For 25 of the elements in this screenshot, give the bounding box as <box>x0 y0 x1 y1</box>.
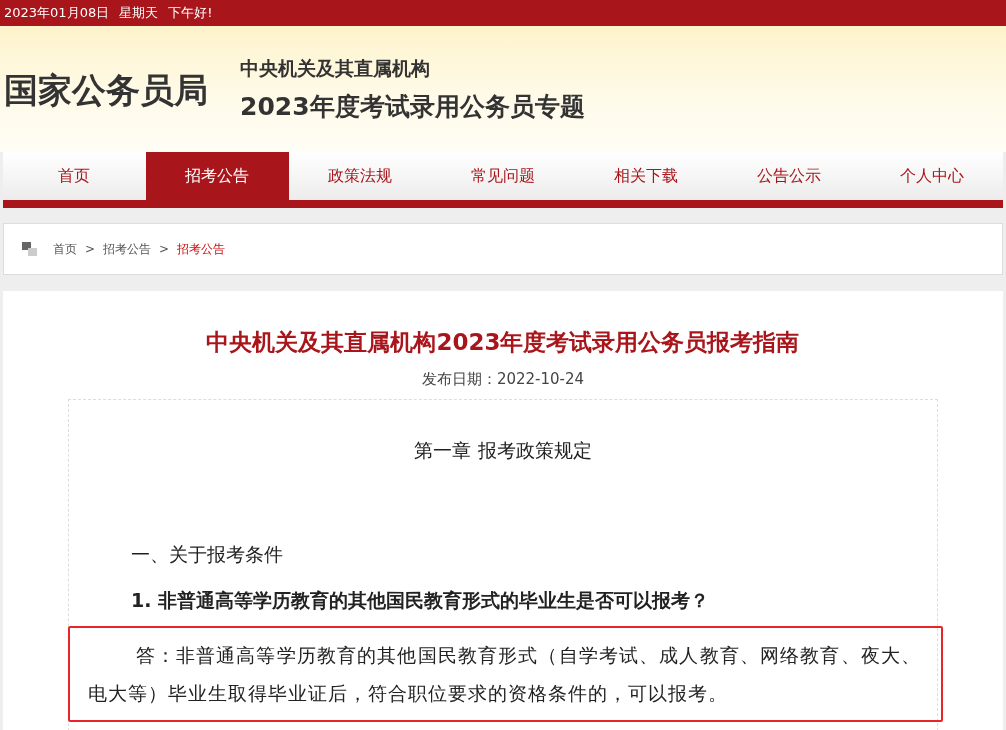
nav-tab[interactable]: 公告公示 <box>717 152 861 200</box>
article-title: 中央机关及其直属机构2023年度考试录用公务员报考指南 <box>206 328 800 357</box>
breadcrumb-link[interactable]: 招考公告 <box>103 240 152 258</box>
breadcrumb-link[interactable]: 招考公告 <box>177 240 226 258</box>
breadcrumb-link[interactable]: 首页 <box>53 240 77 258</box>
nav-tab[interactable]: 相关下载 <box>574 152 718 200</box>
breadcrumb-separator: > <box>159 242 170 256</box>
nav-tab[interactable]: 首页 <box>3 152 146 200</box>
question-text: 1. 非普通高等学历教育的其他国民教育形式的毕业生是否可以报考？ <box>131 588 711 613</box>
answer-text: 答：非普通高等学历教育的其他国民教育形式（自学考试、成人教育、网络教育、夜大、电大等）毕业生取得毕业证后，符合职位要求的资格条件的，可以报考。 <box>88 643 921 706</box>
header-subtitle: 中央机关及其直属机构 <box>240 55 431 81</box>
section-heading: 一、关于报考条件 <box>131 542 284 567</box>
publish-date: 发布日期：2022-10-24 <box>421 370 585 389</box>
squares-icon <box>22 242 38 256</box>
nav-tab[interactable]: 招考公告 <box>145 152 289 200</box>
chapter-heading: 第一章 报考政策规定 <box>413 438 593 463</box>
site-logo: 国家公务员局 <box>4 69 209 112</box>
date-text: 2023年01月08日 <box>4 4 110 22</box>
greeting-text: 下午好! <box>168 4 213 22</box>
nav-tab[interactable]: 个人中心 <box>860 152 1003 200</box>
nav-tab[interactable]: 常见问题 <box>431 152 575 200</box>
nav-tab[interactable]: 政策法规 <box>288 152 432 200</box>
weekday-text: 星期天 <box>119 4 159 22</box>
header-title: 2023年度考试录用公务员专题 <box>240 90 585 123</box>
breadcrumb-separator: > <box>85 242 96 256</box>
